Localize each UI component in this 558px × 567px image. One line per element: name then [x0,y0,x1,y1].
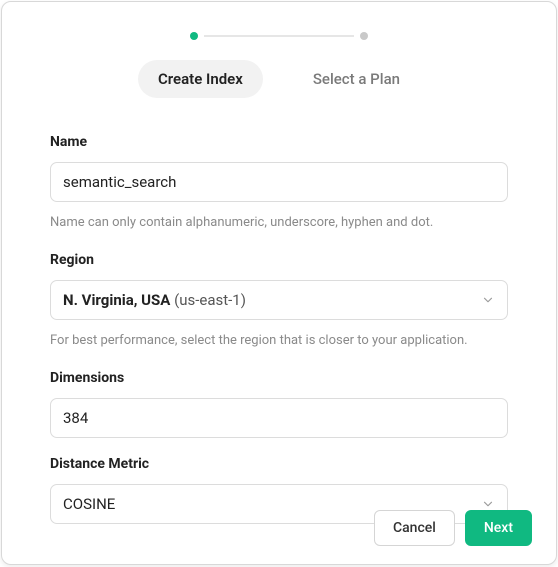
distance-metric-label: Distance Metric [50,456,508,472]
create-index-modal: Create Index Select a Plan Name Name can… [1,1,557,565]
button-label: Next [484,520,513,536]
next-button[interactable]: Next [465,510,532,546]
region-selected: N. Virginia, USA (us-east-1) [63,291,246,309]
step-line [204,35,354,37]
chevron-down-icon [481,293,495,307]
form: Name Name can only contain alphanumeric,… [2,122,556,524]
step-dot-2 [360,32,368,40]
button-label: Cancel [393,520,436,536]
distance-metric-selected: COSINE [63,495,115,513]
region-helper: For best performance, select the region … [50,333,508,348]
tab-label: Create Index [158,70,243,88]
name-input[interactable] [50,162,508,202]
region-label: Region [50,252,508,268]
tab-select-plan[interactable]: Select a Plan [293,60,420,98]
region-selected-code: (us-east-1) [174,291,246,309]
name-helper: Name can only contain alphanumeric, unde… [50,215,508,230]
tab-label: Select a Plan [313,70,400,88]
tab-create-index[interactable]: Create Index [138,60,263,98]
chevron-down-icon [481,497,495,511]
region-select[interactable]: N. Virginia, USA (us-east-1) [50,280,508,320]
dimensions-label: Dimensions [50,370,508,386]
region-selected-name: N. Virginia, USA [63,291,170,309]
dimensions-input[interactable] [50,398,508,438]
footer-actions: Cancel Next [374,510,532,546]
step-dot-1 [190,32,198,40]
name-label: Name [50,134,508,150]
cancel-button[interactable]: Cancel [374,510,455,546]
step-tabs: Create Index Select a Plan [2,50,556,122]
stepper [2,2,556,50]
